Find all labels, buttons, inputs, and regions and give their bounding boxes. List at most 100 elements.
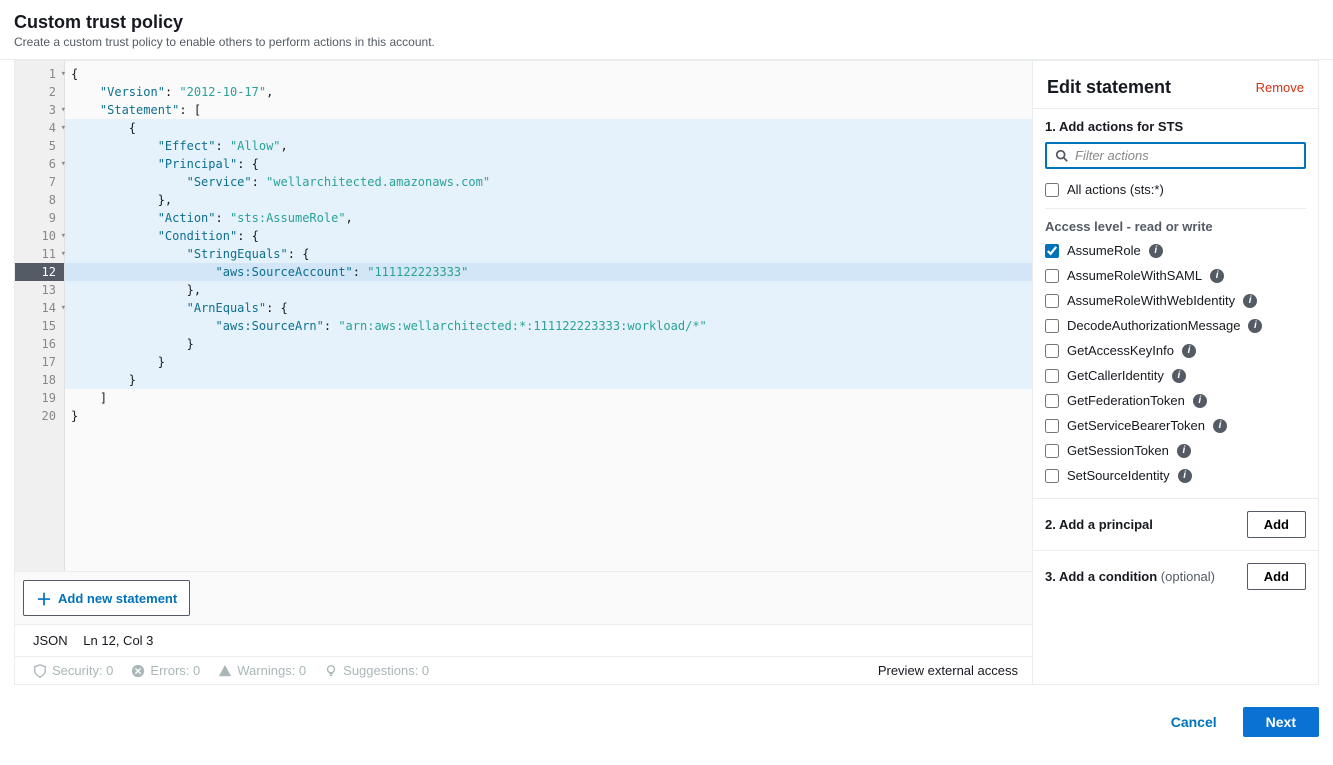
code-line[interactable]: "aws:SourceArn": "arn:aws:wellarchitecte…: [65, 317, 1032, 335]
suggestions-count: Suggestions: 0: [324, 663, 429, 678]
action-checkbox[interactable]: [1045, 344, 1059, 358]
next-button[interactable]: Next: [1243, 707, 1319, 737]
code-line[interactable]: "Service": "wellarchitected.amazonaws.co…: [65, 173, 1032, 191]
info-icon[interactable]: i: [1193, 394, 1207, 408]
cancel-button[interactable]: Cancel: [1157, 708, 1231, 736]
warnings-count: Warnings: 0: [218, 663, 306, 678]
line-number: 2: [15, 83, 64, 101]
line-number: 10: [15, 227, 64, 245]
section-add-actions-title: 1. Add actions for STS: [1045, 119, 1306, 134]
action-row[interactable]: GetCallerIdentity i: [1045, 363, 1306, 388]
filter-actions-input[interactable]: [1075, 148, 1296, 163]
search-icon: [1055, 149, 1069, 163]
line-number: 18: [15, 371, 64, 389]
action-row[interactable]: DecodeAuthorizationMessage i: [1045, 313, 1306, 338]
code-line[interactable]: }: [65, 353, 1032, 371]
info-icon[interactable]: i: [1178, 469, 1192, 483]
action-row[interactable]: AssumeRoleWithSAMLi: [1045, 263, 1306, 288]
action-label: GetCallerIdentity: [1067, 368, 1164, 383]
line-number: 8: [15, 191, 64, 209]
info-icon[interactable]: i: [1243, 294, 1257, 308]
line-number: 4: [15, 119, 64, 137]
code-line[interactable]: ]: [65, 389, 1032, 407]
action-checkbox[interactable]: [1045, 269, 1059, 283]
action-checkbox[interactable]: [1045, 444, 1059, 458]
action-label: GetAccessKeyInfo: [1067, 343, 1174, 358]
line-number: 19: [15, 389, 64, 407]
code-line[interactable]: "StringEquals": {: [65, 245, 1032, 263]
code-line[interactable]: "Condition": {: [65, 227, 1032, 245]
filter-actions-field[interactable]: [1045, 142, 1306, 169]
action-row[interactable]: AssumeRole i: [1045, 238, 1306, 263]
info-icon[interactable]: i: [1172, 369, 1186, 383]
code-line[interactable]: "Effect": "Allow",: [65, 137, 1032, 155]
line-number: 14: [15, 299, 64, 317]
info-icon[interactable]: i: [1177, 444, 1191, 458]
code-line[interactable]: "aws:SourceAccount": "111122223333": [65, 263, 1032, 281]
lightbulb-icon: [324, 664, 338, 678]
all-actions-checkbox[interactable]: [1045, 183, 1059, 197]
page-header: Custom trust policy Create a custom trus…: [0, 0, 1333, 60]
editor-mode: JSON: [33, 633, 68, 648]
line-number: 12: [15, 263, 64, 281]
remove-statement-link[interactable]: Remove: [1256, 80, 1304, 95]
line-number: 9: [15, 209, 64, 227]
code-line[interactable]: }: [65, 371, 1032, 389]
code-line[interactable]: "Action": "sts:AssumeRole",: [65, 209, 1032, 227]
error-icon: [131, 664, 145, 678]
action-checkbox[interactable]: [1045, 244, 1059, 258]
action-row[interactable]: AssumeRoleWithWebIdentityi: [1045, 288, 1306, 313]
shield-icon: [33, 664, 47, 678]
line-number: 6: [15, 155, 64, 173]
action-label: GetServiceBearerToken: [1067, 418, 1205, 433]
action-checkbox[interactable]: [1045, 469, 1059, 483]
editor-status-line: JSON Ln 12, Col 3: [15, 624, 1032, 656]
action-checkbox[interactable]: [1045, 369, 1059, 383]
action-checkbox[interactable]: [1045, 394, 1059, 408]
code-line[interactable]: "Statement": [: [65, 101, 1032, 119]
code-line[interactable]: }: [65, 335, 1032, 353]
line-number: 16: [15, 335, 64, 353]
info-icon[interactable]: i: [1210, 269, 1224, 283]
action-checkbox[interactable]: [1045, 419, 1059, 433]
code-line[interactable]: "ArnEquals": {: [65, 299, 1032, 317]
side-panel-title: Edit statement: [1047, 77, 1171, 98]
all-actions-label: All actions (sts:*): [1067, 182, 1164, 197]
section-add-principal-title: 2. Add a principal: [1045, 517, 1153, 532]
cursor-position: Ln 12, Col 3: [83, 633, 153, 648]
action-row[interactable]: SetSourceIdentityi: [1045, 463, 1306, 488]
info-icon[interactable]: i: [1149, 244, 1163, 258]
code-line[interactable]: },: [65, 281, 1032, 299]
preview-external-access-link[interactable]: Preview external access: [878, 663, 1018, 678]
line-number: 20: [15, 407, 64, 425]
info-icon[interactable]: i: [1213, 419, 1227, 433]
code-line[interactable]: "Principal": {: [65, 155, 1032, 173]
code-line[interactable]: {: [65, 65, 1032, 83]
line-number: 3: [15, 101, 64, 119]
action-row[interactable]: GetFederationTokeni: [1045, 388, 1306, 413]
add-new-statement-button[interactable]: ＋ Add new statement: [23, 580, 190, 616]
action-row[interactable]: GetSessionTokeni: [1045, 438, 1306, 463]
action-checkbox[interactable]: [1045, 294, 1059, 308]
access-level-heading: Access level - read or write: [1045, 219, 1306, 234]
code-line[interactable]: }: [65, 407, 1032, 425]
code-line[interactable]: {: [65, 119, 1032, 137]
action-label: DecodeAuthorizationMessage: [1067, 318, 1240, 333]
add-principal-button[interactable]: Add: [1247, 511, 1306, 538]
add-new-statement-label: Add new statement: [58, 591, 177, 606]
action-row[interactable]: GetAccessKeyInfo i: [1045, 338, 1306, 363]
info-icon[interactable]: i: [1182, 344, 1196, 358]
code-editor[interactable]: { "Version": "2012-10-17", "Statement": …: [65, 61, 1032, 571]
action-label: AssumeRole: [1067, 243, 1141, 258]
action-checkbox[interactable]: [1045, 319, 1059, 333]
add-condition-button[interactable]: Add: [1247, 563, 1306, 590]
code-line[interactable]: },: [65, 191, 1032, 209]
code-line[interactable]: "Version": "2012-10-17",: [65, 83, 1032, 101]
line-number: 7: [15, 173, 64, 191]
all-actions-row[interactable]: All actions (sts:*): [1045, 177, 1306, 202]
info-icon[interactable]: i: [1248, 319, 1262, 333]
editor-panel: 1234567891011121314151617181920 { "Versi…: [15, 61, 1032, 684]
line-number: 5: [15, 137, 64, 155]
action-row[interactable]: GetServiceBearerToken i: [1045, 413, 1306, 438]
line-gutter: 1234567891011121314151617181920: [15, 61, 65, 571]
